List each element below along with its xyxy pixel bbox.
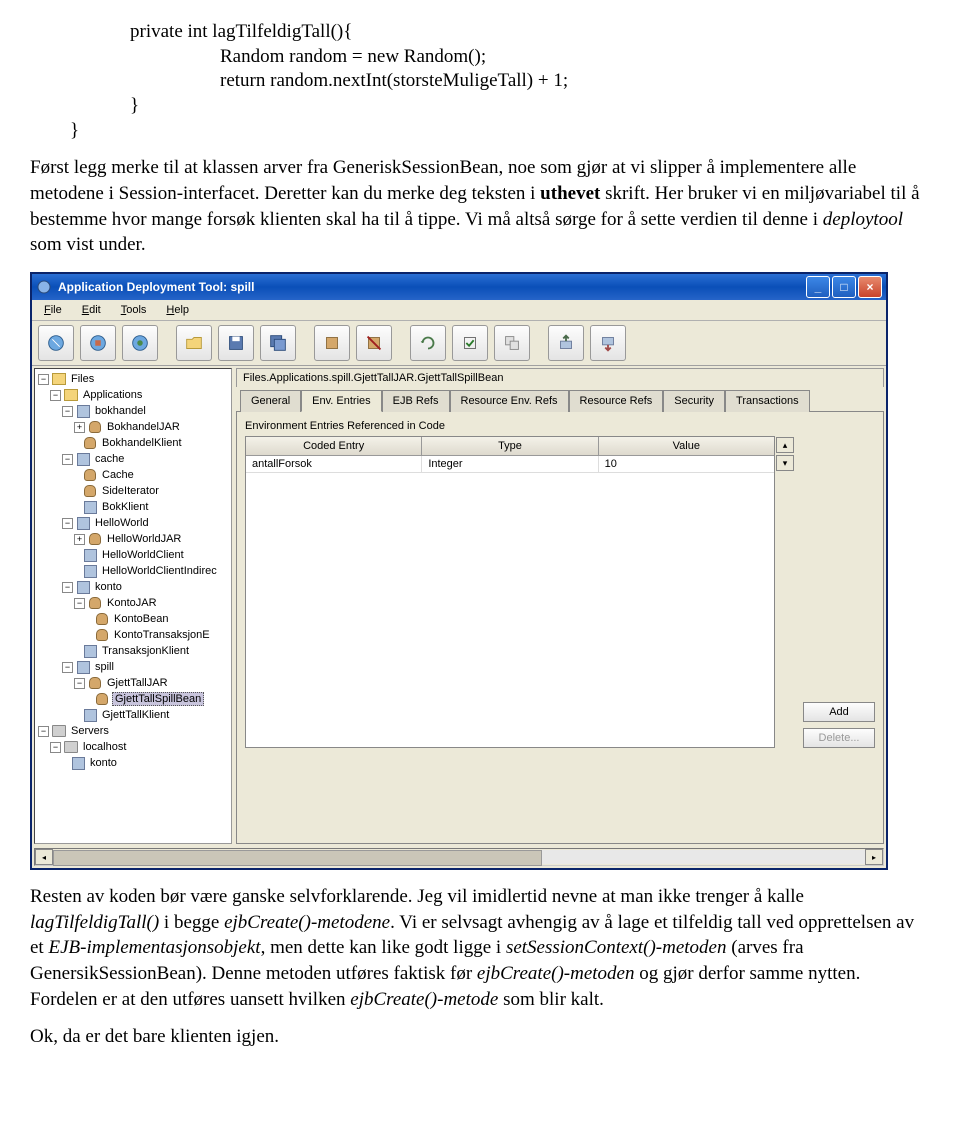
col-type[interactable]: Type xyxy=(422,437,598,455)
tabs: General Env. Entries EJB Refs Resource E… xyxy=(236,387,884,411)
tree-item[interactable]: SideIterator xyxy=(35,483,231,499)
tree-item[interactable]: −KontoJAR xyxy=(35,595,231,611)
tab-env-entries[interactable]: Env. Entries xyxy=(301,390,382,412)
tab-general[interactable]: General xyxy=(240,390,301,412)
scroll-left-icon[interactable]: ◂ xyxy=(35,849,53,865)
menu-help[interactable]: Help xyxy=(158,302,197,318)
tree-item[interactable]: Cache xyxy=(35,467,231,483)
tree-item[interactable]: +BokhandelJAR xyxy=(35,419,231,435)
tree-item-selected[interactable]: GjettTallSpillBean xyxy=(35,691,231,707)
tree-item[interactable]: KontoTransaksjonE xyxy=(35,627,231,643)
tree-spill[interactable]: −spill xyxy=(35,659,231,675)
tree-item[interactable]: GjettTallKlient xyxy=(35,707,231,723)
tree-pane[interactable]: −Files −Applications −bokhandel +Bokhand… xyxy=(34,368,232,844)
tree-files[interactable]: −Files xyxy=(35,371,231,387)
tab-resource-env-refs[interactable]: Resource Env. Refs xyxy=(450,390,569,412)
cell-coded-entry[interactable]: antallForsok xyxy=(246,456,422,472)
toolbar-new-web-button[interactable] xyxy=(122,325,158,361)
tab-security[interactable]: Security xyxy=(663,390,725,412)
toolbar-new-ejb-button[interactable] xyxy=(80,325,116,361)
tree-bokhandel[interactable]: −bokhandel xyxy=(35,403,231,419)
tree-item[interactable]: KontoBean xyxy=(35,611,231,627)
tab-panel: Environment Entries Referenced in Code C… xyxy=(236,411,884,844)
toolbar-open-button[interactable] xyxy=(176,325,212,361)
delete-button[interactable]: Delete... xyxy=(803,728,875,748)
breadcrumb: Files.Applications.spill.GjettTallJAR.Gj… xyxy=(236,368,884,387)
tree-item[interactable]: −GjettTallJAR xyxy=(35,675,231,691)
menubar: File Edit Tools Help xyxy=(32,300,886,321)
toolbar-add-button[interactable] xyxy=(314,325,350,361)
tree-item[interactable]: +HelloWorldJAR xyxy=(35,531,231,547)
env-entries-grid: Coded Entry Type Value antallForsok Inte… xyxy=(245,436,775,748)
toolbar-new-app-button[interactable] xyxy=(38,325,74,361)
tree-item[interactable]: konto xyxy=(35,755,231,771)
tree-servers[interactable]: −Servers xyxy=(35,723,231,739)
col-value[interactable]: Value xyxy=(599,437,774,455)
tree-cache[interactable]: −cache xyxy=(35,451,231,467)
code-block: private int lagTilfeldigTall(){ Random r… xyxy=(130,20,930,143)
toolbar-save-button[interactable] xyxy=(218,325,254,361)
panel-label: Environment Entries Referenced in Code xyxy=(245,420,875,432)
titlebar[interactable]: Application Deployment Tool: spill _ □ × xyxy=(32,274,886,300)
toolbar-clone-button[interactable] xyxy=(494,325,530,361)
menu-file[interactable]: File xyxy=(36,302,70,318)
toolbar-undeploy-button[interactable] xyxy=(590,325,626,361)
code-line: Random random = new Random(); xyxy=(220,45,930,70)
paragraph-2: Resten av koden bør være ganske selvfork… xyxy=(30,884,930,1012)
toolbar-deploy-button[interactable] xyxy=(548,325,584,361)
toolbar-saveas-button[interactable] xyxy=(260,325,296,361)
cell-value[interactable]: 10 xyxy=(599,456,774,472)
tab-transactions[interactable]: Transactions xyxy=(725,390,810,412)
code-line: private int lagTilfeldigTall(){ xyxy=(130,20,930,45)
tab-resource-refs[interactable]: Resource Refs xyxy=(569,390,664,412)
tree-konto[interactable]: −konto xyxy=(35,579,231,595)
tree-applications[interactable]: −Applications xyxy=(35,387,231,403)
tree-item[interactable]: TransaksjonKlient xyxy=(35,643,231,659)
toolbar xyxy=(32,321,886,366)
paragraph-1: Først legg merke til at klassen arver fr… xyxy=(30,155,930,258)
menu-edit[interactable]: Edit xyxy=(74,302,109,318)
col-coded-entry[interactable]: Coded Entry xyxy=(246,437,422,455)
main-pane: Files.Applications.spill.GjettTallJAR.Gj… xyxy=(236,368,884,844)
toolbar-remove-button[interactable] xyxy=(356,325,392,361)
window-title: Application Deployment Tool: spill xyxy=(58,280,806,294)
grid-row[interactable]: antallForsok Integer 10 xyxy=(246,456,774,473)
minimize-button[interactable]: _ xyxy=(806,276,830,298)
close-button[interactable]: × xyxy=(858,276,882,298)
tree-helloworld[interactable]: −HelloWorld xyxy=(35,515,231,531)
tree-item[interactable]: BokKlient xyxy=(35,499,231,515)
code-line: return random.nextInt(storsteMuligeTall)… xyxy=(220,69,930,94)
grid-scroll-down[interactable]: ▾ xyxy=(776,455,794,471)
scroll-thumb[interactable] xyxy=(53,850,542,866)
app-window: Application Deployment Tool: spill _ □ ×… xyxy=(30,272,888,870)
cell-type[interactable]: Integer xyxy=(422,456,598,472)
code-line: } xyxy=(130,94,930,119)
add-button[interactable]: Add xyxy=(803,702,875,722)
grid-scroll-up[interactable]: ▴ xyxy=(776,437,794,453)
tab-ejb-refs[interactable]: EJB Refs xyxy=(382,390,450,412)
paragraph-3: Ok, da er det bare klienten igjen. xyxy=(30,1024,930,1050)
menu-tools[interactable]: Tools xyxy=(113,302,155,318)
tree-item[interactable]: BokhandelKlient xyxy=(35,435,231,451)
scroll-right-icon[interactable]: ▸ xyxy=(865,849,883,865)
tree-localhost[interactable]: −localhost xyxy=(35,739,231,755)
maximize-button[interactable]: □ xyxy=(832,276,856,298)
tree-item[interactable]: HelloWorldClient xyxy=(35,547,231,563)
toolbar-refresh-button[interactable] xyxy=(410,325,446,361)
horizontal-scrollbar[interactable]: ◂ ▸ xyxy=(34,848,884,866)
code-line: } xyxy=(70,119,930,144)
app-icon xyxy=(36,279,52,295)
tree-item[interactable]: HelloWorldClientIndirec xyxy=(35,563,231,579)
toolbar-verify-button[interactable] xyxy=(452,325,488,361)
